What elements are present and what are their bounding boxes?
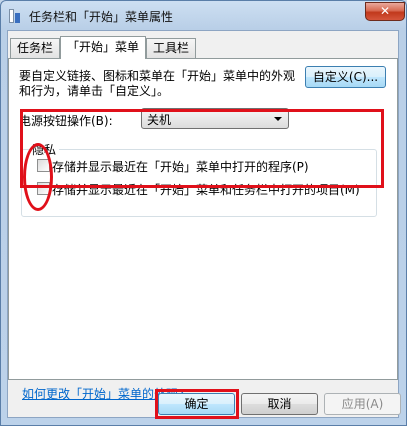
close-button[interactable]: ✕: [365, 2, 405, 21]
customize-description: 要自定义链接、图标和菜单在「开始」菜单中的外观和行为，请单击「自定义」。: [19, 69, 296, 98]
highlight-box-ok: [155, 389, 239, 419]
tab-toolbars[interactable]: 工具栏: [146, 38, 197, 58]
highlight-box-privacy: [20, 109, 384, 188]
window-title: 任务栏和「开始」菜单属性: [29, 10, 174, 24]
highlight-ellipse-checkboxes: [23, 143, 53, 211]
cancel-button[interactable]: 取消: [241, 393, 318, 415]
title-bar[interactable]: 任务栏和「开始」菜单属性 ✕: [1, 1, 406, 31]
dialog-client: 任务栏 「开始」菜单 工具栏 要自定义链接、图标和菜单在「开始」菜单中的外观和行…: [7, 30, 399, 418]
taskbar-properties-icon: [9, 9, 21, 23]
customize-button[interactable]: 自定义(C)...: [305, 66, 386, 88]
apply-button[interactable]: 应用(A): [324, 393, 401, 415]
tab-strip: 任务栏 「开始」菜单 工具栏: [8, 36, 398, 59]
tab-start-menu[interactable]: 「开始」菜单: [60, 36, 147, 59]
start-menu-panel: 要自定义链接、图标和菜单在「开始」菜单中的外观和行为，请单击「自定义」。 自定义…: [8, 58, 398, 401]
tab-taskbar[interactable]: 任务栏: [10, 38, 61, 58]
